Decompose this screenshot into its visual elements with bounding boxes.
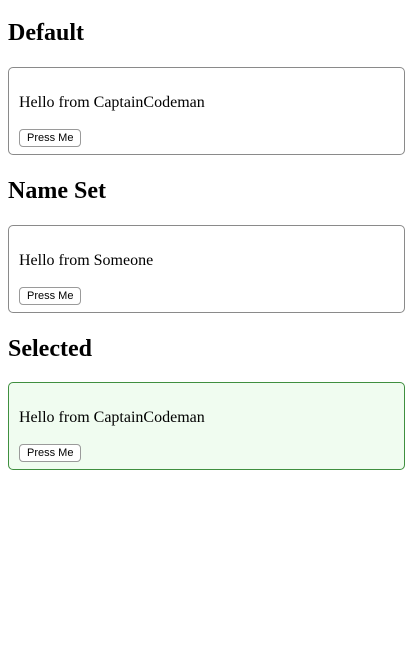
greeting-card-name-set: Hello from Someone Press Me [8, 225, 405, 313]
greeting-text: Hello from Someone [19, 252, 154, 269]
press-me-button[interactable]: Press Me [19, 129, 82, 147]
press-me-button[interactable]: Press Me [19, 287, 82, 305]
greeting-text: Hello from CaptainCodeman [19, 94, 205, 111]
greeting-card-default: Hello from CaptainCodeman Press Me [8, 67, 405, 155]
section-title-default: Default [8, 20, 84, 46]
greeting-text: Hello from CaptainCodeman [19, 409, 205, 426]
section-title-selected: Selected [8, 336, 92, 362]
section-title-name-set: Name Set [8, 178, 106, 204]
press-me-button[interactable]: Press Me [19, 444, 82, 462]
greeting-card-selected: Hello from CaptainCodeman Press Me [8, 382, 405, 470]
